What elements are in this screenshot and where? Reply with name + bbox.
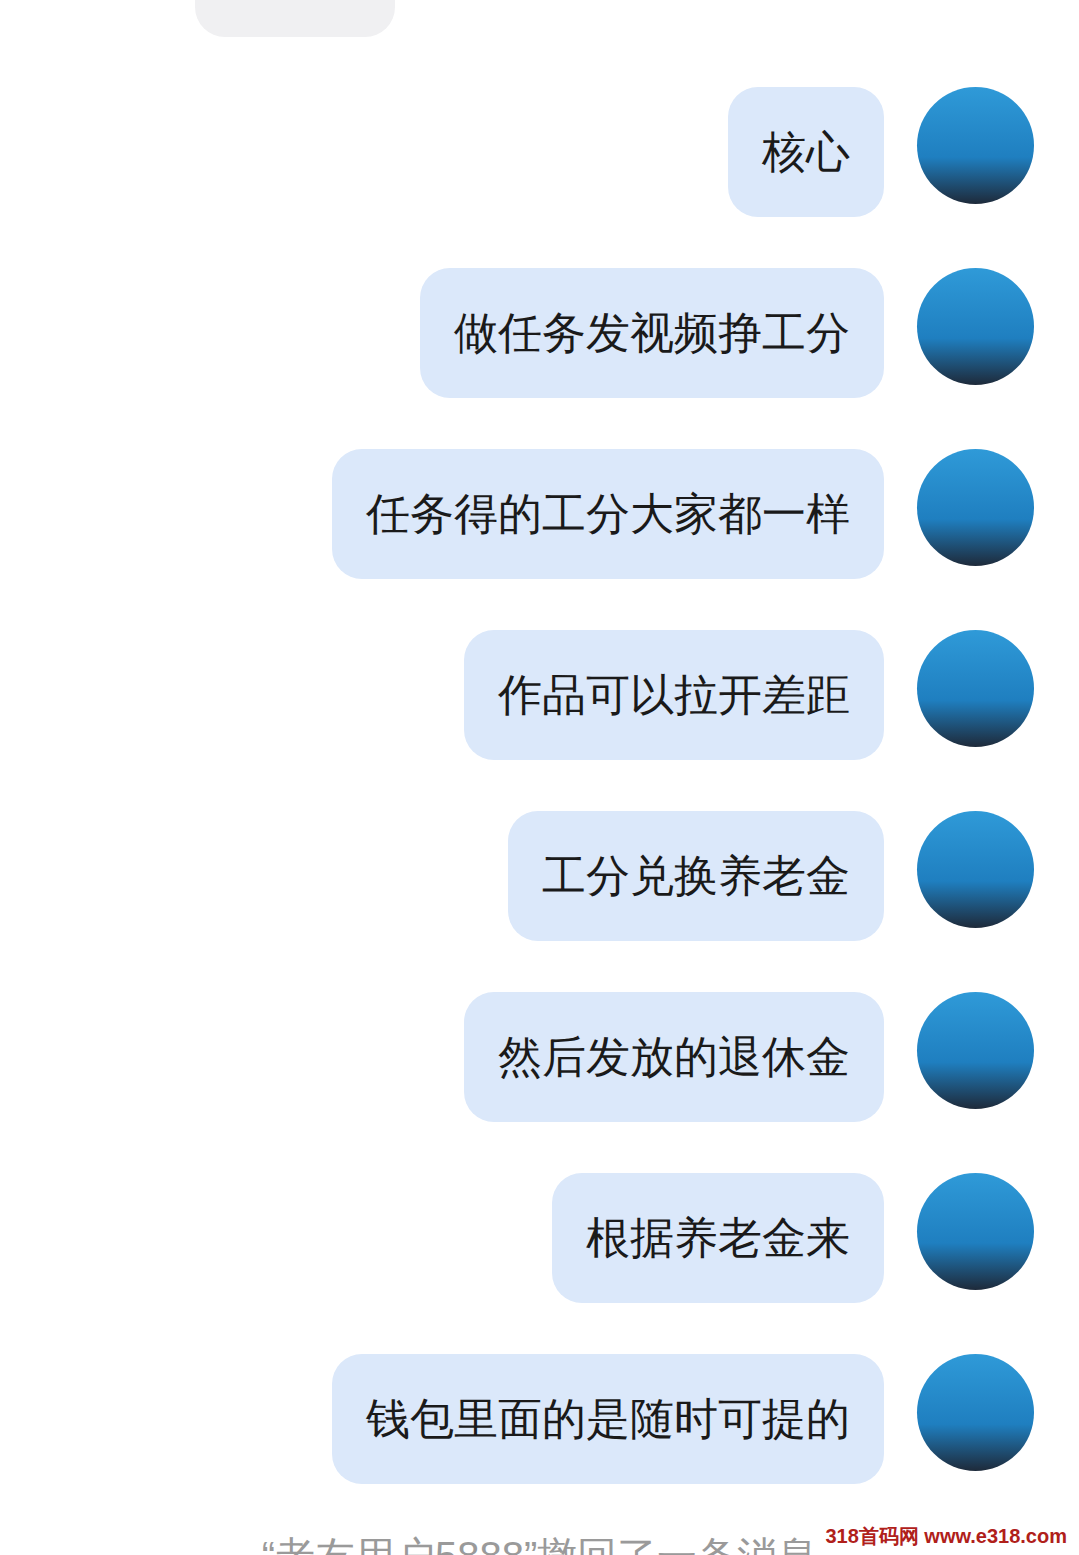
avatar[interactable] <box>917 268 1034 385</box>
message-bubble[interactable]: 工分兑换养老金 <box>508 811 884 941</box>
previous-message-bubble <box>195 0 395 37</box>
message-row: 任务得的工分大家都一样 <box>0 449 1079 579</box>
message-row: 钱包里面的是随时可提的 <box>0 1354 1079 1484</box>
avatar[interactable] <box>917 811 1034 928</box>
message-bubble[interactable]: 做任务发视频挣工分 <box>420 268 884 398</box>
avatar[interactable] <box>917 630 1034 747</box>
message-bubble[interactable]: 然后发放的退休金 <box>464 992 884 1122</box>
watermark: 318首码网 www.e318.com <box>821 1521 1071 1551</box>
message-row: 作品可以拉开差距 <box>0 630 1079 760</box>
chat-screen: 核心做任务发视频挣工分任务得的工分大家都一样作品可以拉开差距工分兑换养老金然后发… <box>0 0 1079 1555</box>
message-row: 根据养老金来 <box>0 1173 1079 1303</box>
message-row: 工分兑换养老金 <box>0 811 1079 941</box>
message-bubble[interactable]: 任务得的工分大家都一样 <box>332 449 884 579</box>
message-list: 核心做任务发视频挣工分任务得的工分大家都一样作品可以拉开差距工分兑换养老金然后发… <box>0 37 1079 1484</box>
avatar[interactable] <box>917 992 1034 1109</box>
avatar[interactable] <box>917 449 1034 566</box>
avatar[interactable] <box>917 1173 1034 1290</box>
recall-notice: “老友用户5888”撤回了一条消息 <box>262 1532 818 1555</box>
message-bubble[interactable]: 根据养老金来 <box>552 1173 884 1303</box>
message-row: 做任务发视频挣工分 <box>0 268 1079 398</box>
message-row: 核心 <box>0 87 1079 217</box>
message-bubble[interactable]: 作品可以拉开差距 <box>464 630 884 760</box>
message-bubble[interactable]: 钱包里面的是随时可提的 <box>332 1354 884 1484</box>
message-row: 然后发放的退休金 <box>0 992 1079 1122</box>
avatar[interactable] <box>917 87 1034 204</box>
message-bubble[interactable]: 核心 <box>728 87 884 217</box>
avatar[interactable] <box>917 1354 1034 1471</box>
